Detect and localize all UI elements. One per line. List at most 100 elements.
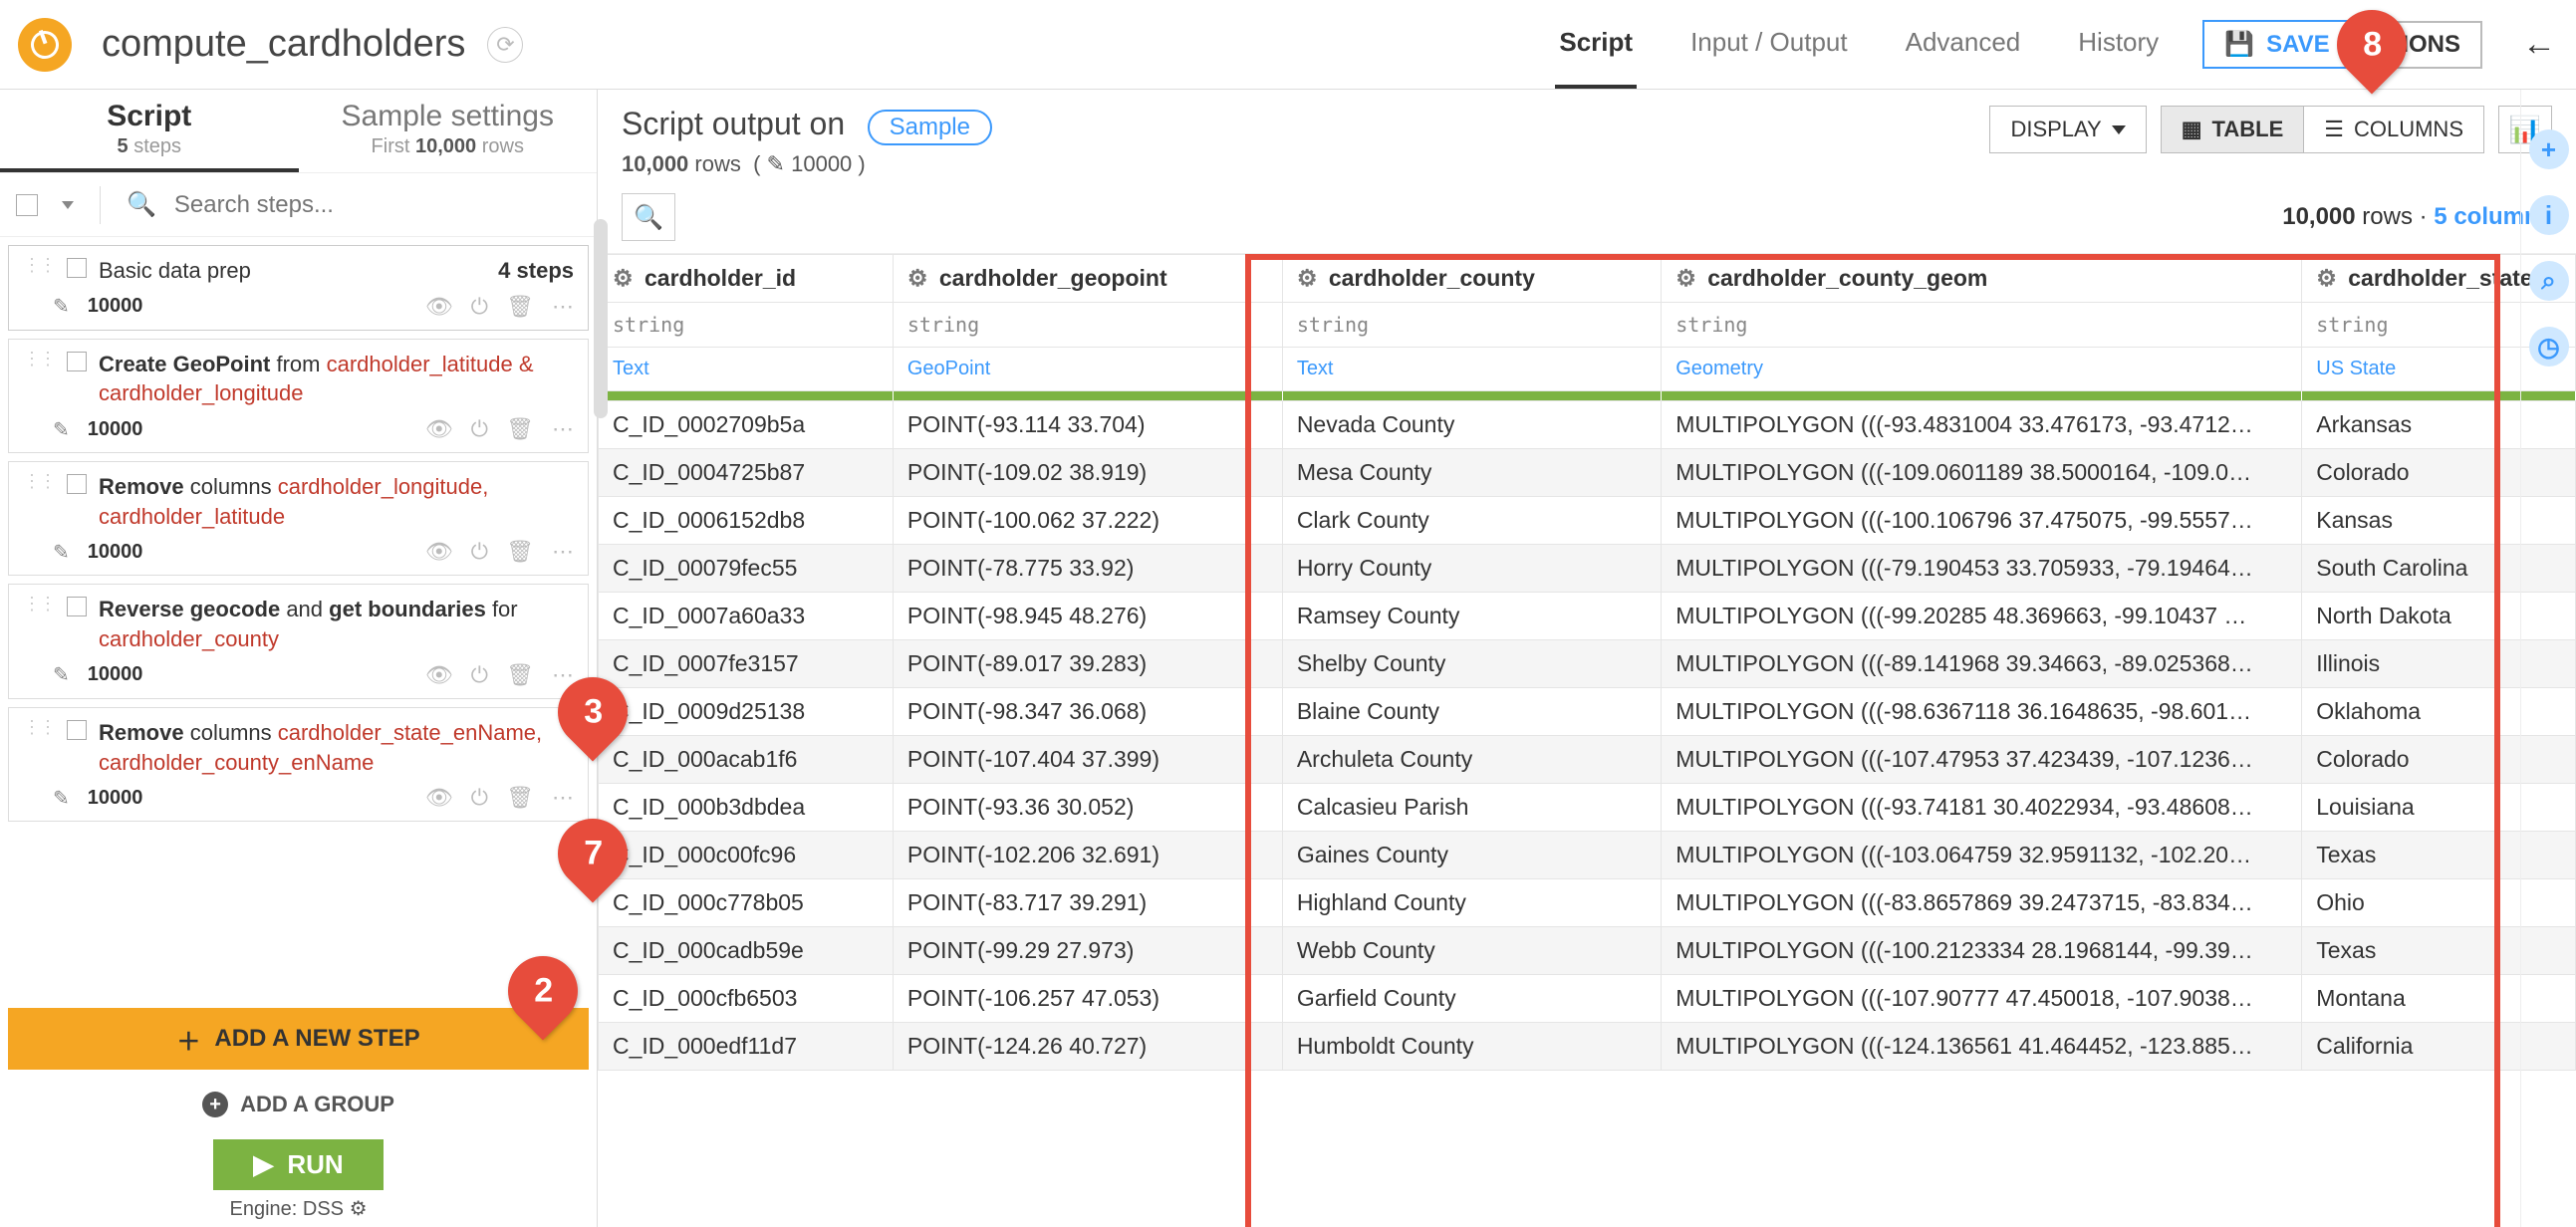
table-cell[interactable]: MULTIPOLYGON (((-103.064759 32.9591132, … [1662,832,2302,879]
table-cell[interactable]: POINT(-98.347 36.068) [893,688,1282,736]
drag-handle-icon[interactable]: ⋮⋮ [23,718,55,736]
table-cell[interactable]: Blaine County [1282,688,1661,736]
table-cell[interactable]: POINT(-89.017 39.283) [893,640,1282,688]
tab-io[interactable]: Input / Output [1686,0,1852,89]
drag-handle-icon[interactable]: ⋮⋮ [23,472,55,490]
table-cell[interactable]: C_ID_0004725b87 [599,449,894,497]
step-item[interactable]: ⋮⋮ Create GeoPoint from cardholder_latit… [8,339,589,453]
add-step-button[interactable]: ＋ ADD A NEW STEP [8,1008,589,1070]
select-all-menu[interactable] [62,201,74,209]
display-dropdown[interactable]: DISPLAY [1989,106,2146,153]
table-cell[interactable]: MULTIPOLYGON (((-83.8657869 39.2473715, … [1662,879,2302,927]
step-checkbox[interactable] [67,258,87,278]
table-cell[interactable]: POINT(-78.775 33.92) [893,545,1282,593]
column-meaning[interactable]: GeoPoint [893,348,1282,391]
step-checkbox[interactable] [67,474,87,494]
drag-handle-icon[interactable]: ⋮⋮ [23,595,55,613]
table-cell[interactable]: POINT(-83.717 39.291) [893,879,1282,927]
table-cell[interactable]: Shelby County [1282,640,1661,688]
table-row[interactable]: C_ID_00079fec55POINT(-78.775 33.92)Horry… [599,545,2576,593]
step-group[interactable]: ⋮⋮ Basic data prep 4 steps ✎ 10000 👁 ⏻ 🗑… [8,245,589,331]
rail-add[interactable]: + [2529,129,2569,169]
table-cell[interactable]: POINT(-124.26 40.727) [893,1023,1282,1071]
select-all-checkbox[interactable] [16,194,38,216]
table-cell[interactable]: POINT(-107.404 37.399) [893,736,1282,784]
eye-icon[interactable]: 👁 [425,539,453,565]
table-cell[interactable]: C_ID_0009d25138 [599,688,894,736]
table-row[interactable]: C_ID_000c00fc96POINT(-102.206 32.691)Gai… [599,832,2576,879]
gear-icon[interactable]: ⚙ [1297,265,1319,287]
table-cell[interactable]: MULTIPOLYGON (((-100.106796 37.475075, -… [1662,497,2302,545]
trash-icon[interactable]: 🗑 [506,785,534,811]
power-icon[interactable]: ⏻ [471,294,488,320]
more-icon[interactable]: ⋯ [552,539,574,565]
left-tab-script[interactable]: Script 5 steps [0,90,299,172]
gear-icon[interactable]: ⚙ [2316,265,2338,287]
table-cell[interactable]: C_ID_0002709b5a [599,401,894,449]
sample-chip[interactable]: Sample [868,110,992,145]
refresh-icon[interactable]: ⟳ [487,27,523,63]
table-cell[interactable]: Mesa County [1282,449,1661,497]
power-icon[interactable]: ⏻ [471,416,488,442]
eye-icon[interactable]: 👁 [425,785,453,811]
engine-label[interactable]: Engine: DSS ⚙ [0,1196,597,1221]
table-cell[interactable]: C_ID_000edf11d7 [599,1023,894,1071]
table-cell[interactable]: MULTIPOLYGON (((-109.0601189 38.5000164,… [1662,449,2302,497]
trash-icon[interactable]: 🗑 [506,416,534,442]
table-cell[interactable]: C_ID_00079fec55 [599,545,894,593]
step-checkbox[interactable] [67,597,87,616]
step-checkbox[interactable] [67,720,87,740]
table-cell[interactable]: Archuleta County [1282,736,1661,784]
left-tab-sample[interactable]: Sample settings First 10,000 rows [299,90,598,172]
table-row[interactable]: C_ID_0007a60a33POINT(-98.945 48.276)Rams… [599,593,2576,640]
table-cell[interactable]: Gaines County [1282,832,1661,879]
gear-icon[interactable]: ⚙ [613,265,635,287]
table-row[interactable]: C_ID_0007fe3157POINT(-89.017 39.283)Shel… [599,640,2576,688]
eye-icon[interactable]: 👁 [425,416,453,442]
table-row[interactable]: C_ID_000edf11d7POINT(-124.26 40.727)Humb… [599,1023,2576,1071]
more-icon[interactable]: ⋯ [552,294,574,320]
search-steps-input[interactable] [174,191,581,219]
table-cell[interactable]: MULTIPOLYGON (((-98.6367118 36.1648635, … [1662,688,2302,736]
table-cell[interactable]: POINT(-99.29 27.973) [893,927,1282,975]
tab-history[interactable]: History [2074,0,2163,89]
rail-discuss[interactable]: ⌕ [2529,261,2569,301]
table-cell[interactable]: MULTIPOLYGON (((-107.47953 37.423439, -1… [1662,736,2302,784]
table-cell[interactable]: Garfield County [1282,975,1661,1023]
eye-icon[interactable]: 👁 [425,294,453,320]
table-cell[interactable]: Nevada County [1282,401,1661,449]
table-search-button[interactable]: 🔍 [622,193,675,241]
column-meaning[interactable]: Text [1282,348,1661,391]
tab-advanced[interactable]: Advanced [1902,0,2025,89]
table-row[interactable]: C_ID_0006152db8POINT(-100.062 37.222)Cla… [599,497,2576,545]
more-icon[interactable]: ⋯ [552,416,574,442]
rail-info[interactable]: i [2529,195,2569,235]
table-cell[interactable]: POINT(-102.206 32.691) [893,832,1282,879]
table-row[interactable]: C_ID_0002709b5aPOINT(-93.114 33.704)Neva… [599,401,2576,449]
table-row[interactable]: C_ID_0009d25138POINT(-98.347 36.068)Blai… [599,688,2576,736]
table-cell[interactable]: Webb County [1282,927,1661,975]
table-cell[interactable]: MULTIPOLYGON (((-107.90777 47.450018, -1… [1662,975,2302,1023]
eye-icon[interactable]: 👁 [425,662,453,688]
gear-icon[interactable]: ⚙ [907,265,929,287]
table-cell[interactable]: Clark County [1282,497,1661,545]
table-cell[interactable]: Highland County [1282,879,1661,927]
splitter-handle[interactable] [594,219,608,418]
table-cell[interactable]: POINT(-109.02 38.919) [893,449,1282,497]
pencil-icon[interactable]: ✎ [767,151,785,176]
column-header[interactable]: ⚙cardholder_county [1282,255,1661,303]
step-item[interactable]: ⋮⋮ Remove columns cardholder_longitude, … [8,461,589,576]
table-cell[interactable]: POINT(-93.36 30.052) [893,784,1282,832]
more-icon[interactable]: ⋯ [552,785,574,811]
app-logo[interactable] [18,18,72,72]
table-cell[interactable]: C_ID_000acab1f6 [599,736,894,784]
table-cell[interactable]: C_ID_000c00fc96 [599,832,894,879]
save-button[interactable]: 💾 SAVE [2202,20,2351,69]
table-cell[interactable]: C_ID_000b3dbdea [599,784,894,832]
column-header[interactable]: ⚙cardholder_county_geom [1662,255,2302,303]
table-row[interactable]: C_ID_000b3dbdeaPOINT(-93.36 30.052)Calca… [599,784,2576,832]
table-row[interactable]: C_ID_000cadb59ePOINT(-99.29 27.973)Webb … [599,927,2576,975]
power-icon[interactable]: ⏻ [471,662,488,688]
column-meaning[interactable]: Geometry [1662,348,2302,391]
drag-handle-icon[interactable]: ⋮⋮ [23,256,55,274]
